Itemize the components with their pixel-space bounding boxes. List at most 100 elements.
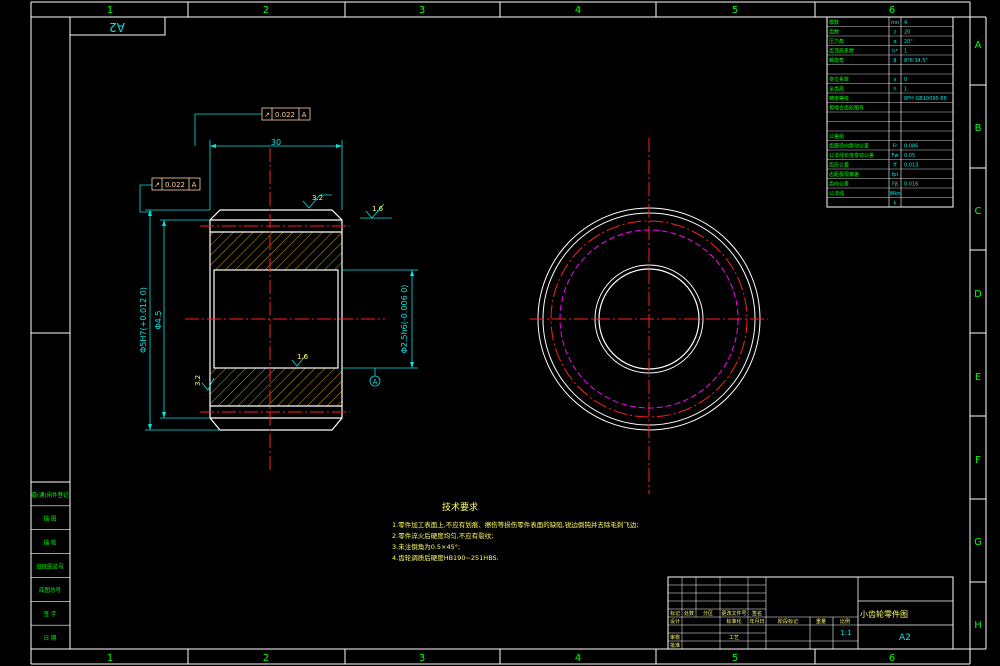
- tol-top-symbol: ↗: [264, 111, 270, 119]
- roughness-bore-label: 1.6: [297, 353, 309, 361]
- gear-section-view: 30 Φ5H7(+0.012 0) Φ4.5 Φ2.5h6(-0.006 0) …: [139, 107, 418, 472]
- side-stamp-label-0: 借(通)用件登记: [31, 491, 69, 499]
- param-symbol-15: ff: [893, 163, 897, 169]
- roughness-top-label: 3.2: [312, 194, 323, 202]
- param-name-15: 齿形公差: [829, 162, 849, 169]
- sheet-size: A2: [899, 633, 911, 643]
- zone-col-2-bottom: 2: [263, 653, 269, 664]
- zone-col-4: 4: [575, 5, 581, 16]
- param-value-6: 0: [904, 77, 907, 83]
- title-label-5: 年月日: [749, 618, 764, 625]
- zone-col-2: 2: [263, 5, 269, 16]
- param-name-2: 压力角: [829, 38, 844, 45]
- param-value-15: 0.013: [904, 163, 918, 169]
- tol-top-value: 0.022: [275, 111, 295, 119]
- param-symbol-0: mn: [891, 20, 899, 26]
- note-line-3: 3.未注倒角为0.5×45°;: [392, 542, 460, 551]
- zone-col-1-bottom: 1: [107, 653, 113, 664]
- side-stamp-label-4: 底图总号: [39, 586, 62, 594]
- param-symbol-18: Wkn: [889, 191, 900, 197]
- side-stamp-panel: 借(通)用件登记描 图描 校旧底图总号底图总号签 字日 期: [30, 481, 71, 650]
- title-block: 小齿轮零件图 1:1 A2 标记 处数 分区 更改文件号 签名年月日 设计 标准化 阶段标记 重…: [667, 576, 954, 650]
- param-name-14: 公法线长度变动公差: [829, 152, 874, 159]
- zone-col-5-bottom: 5: [732, 653, 738, 664]
- title-label-2: 分区: [703, 610, 713, 617]
- title-label-1: 处数: [684, 610, 694, 617]
- param-name-3: 齿顶高系数: [829, 48, 854, 55]
- part-name: 小齿轮零件图: [860, 609, 908, 619]
- tolerance-frame-left: ↗ 0.022 A: [151, 177, 201, 191]
- upper-hatch-region: [210, 232, 342, 270]
- param-value-3: 1: [904, 49, 907, 55]
- param-name-13: 齿圈径向跳动公差: [829, 143, 869, 150]
- zone-row-c: C: [975, 206, 982, 217]
- format-label-topleft: A2: [109, 20, 125, 34]
- tol-left-datum: A: [192, 181, 197, 189]
- note-line-2: 2.零件淬火后硬度均匀,不应有裂纹;: [392, 531, 493, 540]
- param-value-17: 0.016: [904, 182, 918, 188]
- technical-requirements: 技术要求 1.零件加工表面上,不应有划痕、擦伤等损伤零件表面的缺陷,锐边倒钝并去…: [392, 501, 639, 562]
- zone-row-h: H: [974, 620, 982, 631]
- zone-row-b: B: [975, 123, 982, 134]
- param-symbol-7: h: [893, 87, 896, 93]
- param-name-16: 齿距极限偏差: [829, 171, 859, 178]
- title-label-3: 更改文件号: [721, 610, 746, 617]
- roughness-right-label: 1.6: [372, 205, 384, 213]
- param-name-0: 模数: [829, 19, 839, 26]
- param-symbol-13: Fr: [893, 144, 899, 150]
- param-symbol-14: Fw: [892, 153, 899, 159]
- param-value-1: 20: [904, 30, 910, 36]
- side-stamp-label-3: 旧底图总号: [36, 562, 64, 570]
- gear-parameters-table: 模数 mn 4 齿数 z 20 压力角 α 20° 齿顶高系数 h* 1 螺旋角 β 8°6'34.5" 变位…: [826, 16, 954, 208]
- zone-row-e: E: [975, 372, 981, 383]
- param-symbol-4: β: [893, 58, 896, 64]
- param-symbol-16: fpt: [892, 172, 899, 178]
- roughness-bottom-label: 3.2: [194, 375, 202, 386]
- title-label-11: 审核: [670, 634, 680, 641]
- param-symbol-1: z: [894, 30, 897, 36]
- zone-row-g: G: [974, 537, 982, 548]
- note-line-1: 1.零件加工表面上,不应有划痕、擦伤等损伤零件表面的缺陷,锐边倒钝并去除毛刺飞边…: [392, 520, 639, 529]
- title-label-4: 签名: [752, 610, 762, 617]
- param-value-7: 1: [904, 87, 907, 93]
- param-name-4: 螺旋角: [829, 57, 844, 64]
- zone-col-4-bottom: 4: [575, 653, 581, 664]
- param-name-18: 公法线: [829, 190, 844, 197]
- notes-title: 技术要求: [442, 501, 478, 513]
- param-name-6: 变位系数: [829, 76, 849, 83]
- side-stamp-label-2: 描 校: [44, 539, 57, 547]
- param-symbol-6: x: [894, 77, 897, 83]
- param-value-14: 0.05: [904, 153, 915, 159]
- side-stamp-label-5: 签 字: [44, 610, 57, 618]
- zone-col-5: 5: [732, 5, 738, 16]
- side-stamp-label-1: 描 图: [44, 515, 57, 523]
- zone-row-f: F: [975, 455, 981, 466]
- title-label-9: 重量: [816, 618, 826, 625]
- title-label-12: 工艺: [729, 635, 739, 641]
- bore-label: Φ2.5h6(-0.006 0): [400, 285, 409, 354]
- zone-col-3: 3: [419, 5, 425, 16]
- param-value-13: 0.086: [904, 144, 918, 150]
- zone-col-3-bottom: 3: [419, 653, 425, 664]
- title-label-13: 批准: [670, 642, 680, 649]
- datum-a-label: A: [373, 378, 378, 386]
- param-name-12: 公差组: [829, 133, 844, 140]
- param-name-9: 相啮合齿轮图号: [829, 105, 864, 112]
- title-label-10: 比例: [840, 618, 850, 625]
- title-label-0: 标记: [670, 610, 680, 617]
- zone-col-6-bottom: 6: [889, 653, 895, 664]
- param-value-8: 8FH GB10095-88: [904, 96, 947, 102]
- param-symbol-19: k: [894, 201, 897, 207]
- tol-left-symbol: ↗: [154, 181, 160, 189]
- tol-left-leader: [139, 184, 152, 213]
- param-name-7: 全齿高: [829, 86, 844, 93]
- gear-end-view: [530, 138, 768, 494]
- param-name-1: 齿数: [829, 29, 839, 36]
- title-label-7: 标准化: [726, 618, 741, 625]
- param-symbol-2: α: [893, 39, 897, 45]
- zone-row-a: A: [975, 40, 982, 51]
- param-value-0: 4: [904, 20, 907, 26]
- side-stamp-label-6: 日 期: [44, 635, 57, 642]
- zone-col-1: 1: [107, 5, 113, 16]
- cad-drawing-canvas: 1 2 3 4 5 6 1 2 3 4 5 6 A B C D E F G H …: [30, 1, 987, 665]
